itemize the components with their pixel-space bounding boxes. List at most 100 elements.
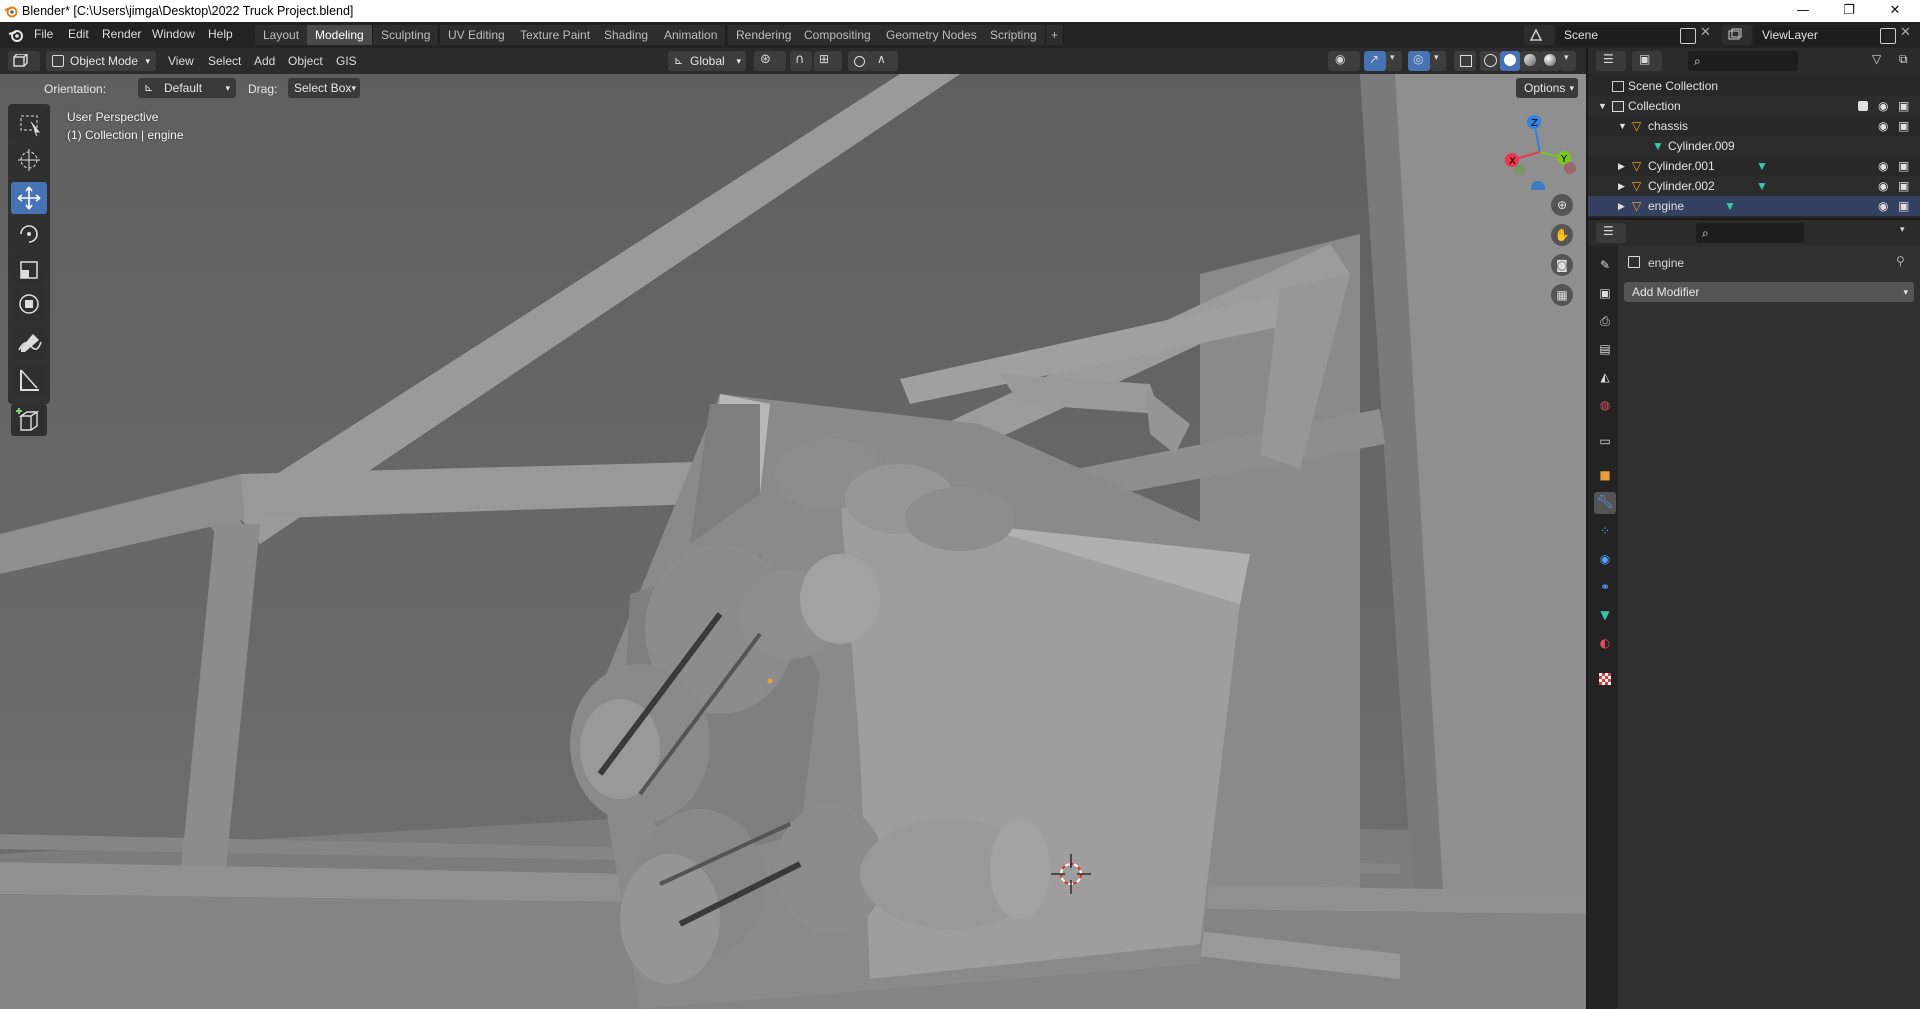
add-workspace-button[interactable]: + [1046,25,1065,45]
duplicate-viewlayer-icon[interactable] [1880,28,1896,44]
eye-icon[interactable]: ◉ [1878,156,1888,176]
outliner-search-input[interactable]: ⌕ [1688,51,1798,71]
tool-transform[interactable] [11,288,47,320]
pin-icon[interactable]: ⚲ [1896,254,1905,268]
tab-shading[interactable]: Shading [596,25,658,45]
physics-tab-icon[interactable]: ◉ [1594,548,1616,570]
checkbox-icon[interactable] [1858,101,1868,111]
blender-menu-icon[interactable] [8,27,24,43]
snap-toggle[interactable]: ∩ [790,51,812,71]
tool-rotate[interactable] [11,218,47,250]
add-modifier-dropdown[interactable]: Add Modifier ▾ [1624,282,1914,302]
collection-tab-icon[interactable]: ▭ [1594,430,1616,452]
mode-dropdown[interactable]: Object Mode ▾ [46,51,156,71]
eye-icon[interactable]: ◉ [1878,116,1888,136]
minimize-button[interactable]: — [1780,0,1826,22]
show-overlays-toggle[interactable]: ◎ [1408,51,1430,71]
menu-view[interactable]: View [168,54,194,68]
camera-icon[interactable]: ▣ [1898,156,1909,176]
gizmo-dropdown[interactable]: ▾ [1386,51,1402,71]
menu-gis[interactable]: GIS [336,54,357,68]
outliner-row-cylinder-001[interactable]: ▶ ▽ Cylinder.001 ▼ ◉ ▣ [1588,156,1920,176]
tab-compositing[interactable]: Compositing [796,25,880,45]
viewlayer-name-field[interactable]: ViewLayer [1754,25,1884,45]
tool-tab-icon[interactable]: ✎ [1594,254,1616,276]
new-collection-button[interactable]: ⧉ [1894,51,1916,71]
tab-uv-editing[interactable]: UV Editing [440,25,514,45]
duplicate-scene-icon[interactable] [1680,28,1696,44]
perspective-toggle-icon[interactable]: ▦ [1551,284,1573,306]
output-tab-icon[interactable]: ⎙ [1594,310,1616,332]
shading-rendered-button[interactable] [1540,51,1560,71]
menu-object[interactable]: Object [288,54,323,68]
xray-toggle[interactable] [1454,51,1476,71]
view-layer-tab-icon[interactable]: ▤ [1594,338,1616,360]
remove-viewlayer-icon[interactable]: ✕ [1900,25,1911,40]
mesh-data-tab-icon[interactable]: ▼ [1594,604,1616,626]
overlays-dropdown[interactable]: ▾ [1430,51,1446,71]
modifier-wrench-icon[interactable]: 🔧︎ [1594,492,1616,514]
outliner-row-engine[interactable]: ▶ ▽ engine ▼ ◉ ▣ [1588,196,1920,216]
tab-animation[interactable]: Animation [656,25,727,45]
outliner-row-cylinder-009[interactable]: ▼ Cylinder.009 [1588,136,1920,156]
world-tab-icon[interactable]: ◍ [1594,394,1616,416]
remove-scene-icon[interactable]: ✕ [1700,25,1711,40]
camera-icon[interactable]: ▣ [1898,96,1909,116]
texture-tab-icon[interactable] [1594,668,1616,690]
tab-rendering[interactable]: Rendering [728,25,801,45]
expand-arrow-icon[interactable]: ▶ [1618,176,1625,196]
tool-measure[interactable] [11,364,47,396]
camera-icon[interactable]: ▣ [1898,176,1909,196]
proportional-falloff-button[interactable]: ∧ [870,51,898,71]
outliner-editor-type-button[interactable]: ☰ [1596,51,1626,71]
shading-solid-button[interactable] [1500,51,1520,71]
tool-select-box[interactable] [11,108,47,140]
camera-icon[interactable]: ▣ [1898,196,1909,216]
transform-orientation-dropdown[interactable]: ⊾ Global ▾ [668,51,746,71]
eye-icon[interactable]: ◉ [1878,176,1888,196]
close-button[interactable]: ✕ [1872,0,1918,22]
tool-add-cube[interactable] [11,404,47,436]
editor-type-button[interactable] [8,51,40,71]
eye-icon[interactable]: ◉ [1878,196,1888,216]
camera-icon[interactable]: ▣ [1898,116,1909,136]
menu-select[interactable]: Select [208,54,241,68]
camera-view-icon[interactable]: ◙ [1551,254,1573,276]
3d-viewport[interactable]: Orientation: ⊾ Default ▾ Drag: Select Bo… [0,74,1586,1009]
proportional-edit-toggle[interactable] [848,51,870,71]
object-visibility-button[interactable]: ◉ [1328,51,1360,71]
pan-hand-icon[interactable]: ✋ [1551,224,1573,246]
expand-arrow-icon[interactable]: ▼ [1598,96,1607,116]
render-tab-icon[interactable]: ▣ [1594,282,1616,304]
scene-browse-button[interactable] [1524,25,1554,45]
tool-annotate[interactable] [11,328,47,360]
shading-wireframe-button[interactable] [1480,51,1500,71]
shading-dropdown[interactable]: ▾ [1560,51,1576,71]
display-mode-button[interactable]: ▣ [1632,51,1662,71]
material-tab-icon[interactable]: ◐ [1594,632,1616,654]
menu-window[interactable]: Window [152,27,195,41]
outliner-row-collection[interactable]: ▼ Collection ◉ ▣ [1588,96,1920,116]
orientation-dropdown[interactable]: ⊾ Default ▾ [138,78,236,98]
tab-scripting[interactable]: Scripting [982,25,1046,45]
show-gizmo-toggle[interactable]: ↗ [1364,51,1386,71]
tool-move[interactable] [11,182,47,214]
constraints-tab-icon[interactable]: ⚭ [1594,576,1616,598]
eye-icon[interactable]: ◉ [1878,96,1888,116]
navigation-gizmo[interactable]: Z X Y [1500,110,1580,190]
snap-target-button[interactable]: ⊞ [814,51,842,71]
options-dropdown[interactable]: Options ▾ [1516,78,1578,98]
drag-dropdown[interactable]: Select Box ▾ [288,78,360,98]
tab-sculpting[interactable]: Sculpting [373,25,440,45]
menu-add[interactable]: Add [254,54,275,68]
expand-arrow-icon[interactable]: ▼ [1618,116,1627,136]
object-tab-icon[interactable]: ■ [1594,464,1616,486]
menu-render[interactable]: Render [102,27,141,41]
particles-tab-icon[interactable]: ⁘ [1594,520,1616,542]
shading-material-button[interactable] [1520,51,1540,71]
expand-arrow-icon[interactable]: ▶ [1618,196,1625,216]
properties-editor-type-button[interactable]: ☰ [1596,223,1626,243]
tab-modeling[interactable]: Modeling [307,25,373,45]
tool-scale[interactable] [11,254,47,286]
tab-texture-paint[interactable]: Texture Paint [512,25,600,45]
